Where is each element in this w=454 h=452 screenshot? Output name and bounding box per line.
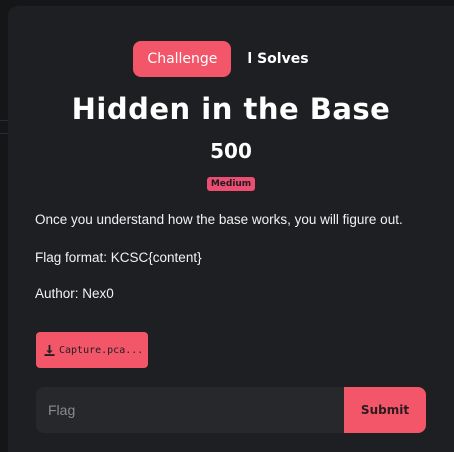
modal-tabs: Challenge l Solves [8,41,454,77]
difficulty-wrap: Medium [8,171,454,191]
challenge-title: Hidden in the Base [71,92,391,126]
file-download-button[interactable]: Capture.pca... [36,332,148,368]
tab-challenge[interactable]: Challenge [133,41,232,77]
challenge-modal: Challenge l Solves Hidden in the Base 50… [8,6,454,452]
file-name: Capture.pca... [59,344,144,356]
download-icon [44,344,55,356]
tab-solves[interactable]: l Solves [233,41,322,77]
challenge-description: Once you understand how the base works, … [35,212,403,227]
difficulty-badge: Medium [206,177,256,191]
flag-form: Submit [36,387,426,433]
challenge-points: 500 [210,139,252,163]
flag-input[interactable] [36,387,344,433]
author-text: Author: Nex0 [35,286,114,301]
submit-button[interactable]: Submit [344,387,426,433]
flag-format-text: Flag format: KCSC{content} [35,250,202,265]
